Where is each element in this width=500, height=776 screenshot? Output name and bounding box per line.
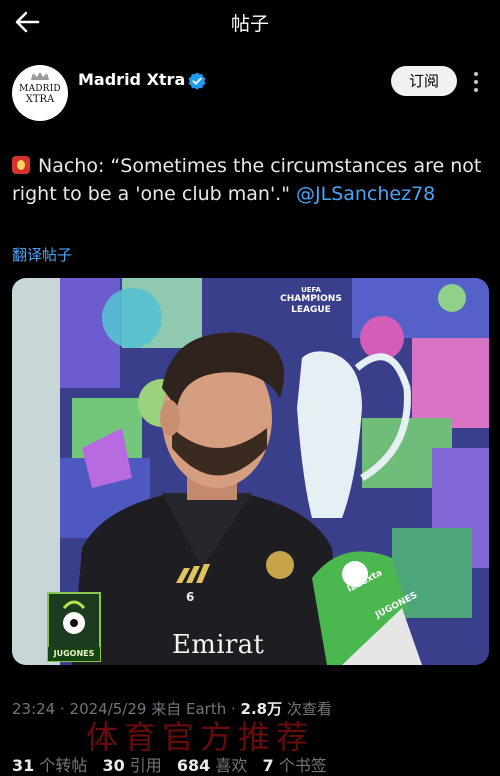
quotes-label: 引用 [124, 756, 162, 775]
ucl-top-text: UEFA [301, 286, 321, 294]
post-stats: 31 个转帖 30 引用 684 喜欢 7 个书签 [12, 752, 337, 776]
more-options-icon[interactable] [472, 72, 480, 92]
reposts-count: 31 [12, 756, 35, 775]
mention-link[interactable]: @JLSanchez78 [296, 183, 435, 205]
translate-post-link[interactable]: 翻译帖子 [12, 244, 72, 265]
ucl-logo-text: UEFA CHAMPIONS LEAGUE [266, 286, 356, 316]
page-title: 帖子 [230, 13, 269, 35]
shirt-sponsor: Emirat [172, 630, 265, 660]
account-name[interactable]: Madrid Xtra [78, 70, 185, 89]
bookmarks-count: 7 [262, 756, 274, 775]
badge-label: JUGONES [48, 647, 100, 661]
likes-count: 684 [176, 756, 211, 775]
avatar-text-line1: MADRID [19, 84, 61, 94]
post-video[interactable]: UEFA CHAMPIONS LEAGUE 6 Emirat laSexta J… [12, 278, 489, 665]
likes-stat[interactable]: 684 喜欢 [177, 756, 248, 775]
fire-extinguisher-emoji-icon [12, 156, 30, 174]
verified-badge-icon [188, 72, 206, 90]
quotes-stat[interactable]: 30 引用 [102, 756, 161, 775]
bookmarks-stat[interactable]: 7 个书签 [263, 756, 327, 775]
jugones-logo-badge: JUGONES [48, 593, 100, 661]
quotes-count: 30 [102, 756, 125, 775]
crown-icon [31, 72, 49, 80]
shirt-number: 6 [186, 590, 195, 604]
bookmarks-label: 个书签 [273, 756, 327, 775]
reposts-label: 个转帖 [34, 756, 88, 775]
avatar-text-line2: XTRA [25, 94, 55, 105]
reposts-stat[interactable]: 31 个转帖 [12, 756, 87, 775]
avatar[interactable]: MADRID XTRA [12, 65, 68, 121]
top-bar: 帖子 [0, 0, 500, 46]
ucl-bot-text: LEAGUE [291, 305, 331, 315]
subscribe-button[interactable]: 订阅 [391, 66, 457, 96]
ucl-mid-text: CHAMPIONS [280, 294, 342, 304]
post-text: Nacho: “Sometimes the circumstances are … [12, 152, 490, 208]
likes-label: 喜欢 [210, 756, 248, 775]
